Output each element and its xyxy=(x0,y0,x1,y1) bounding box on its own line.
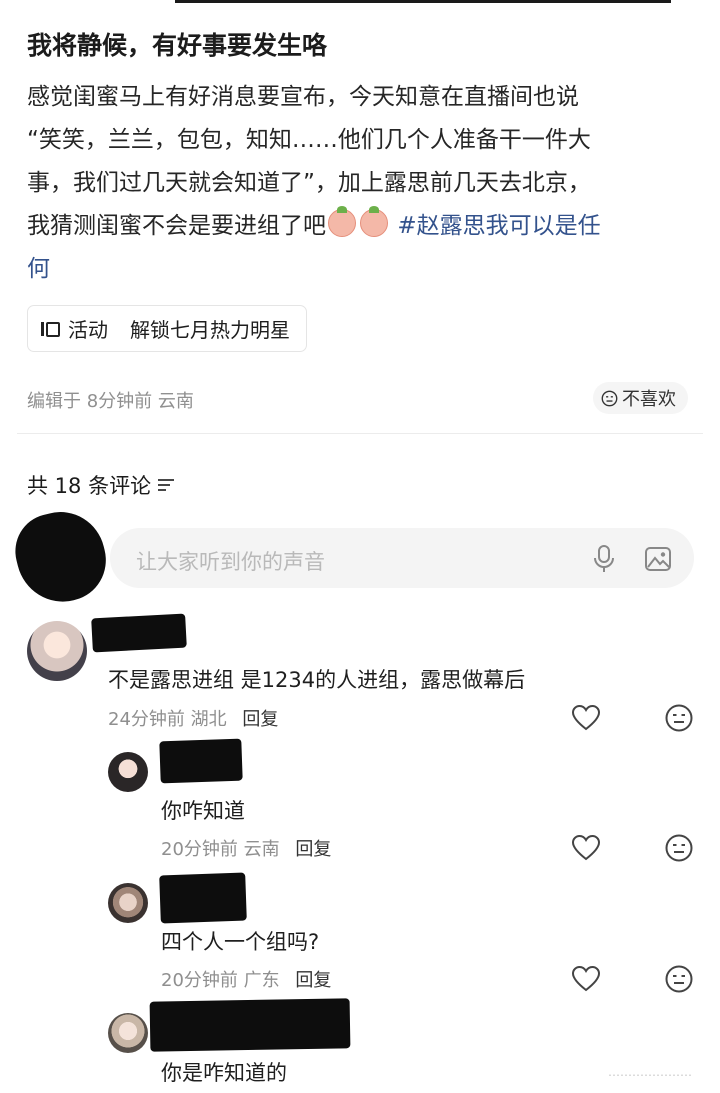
username-redacted xyxy=(149,998,351,1052)
post-title: 我将静候，有好事要发生咯 xyxy=(27,31,328,60)
watermark: ⋯⋯⋯⋯⋯⋯⋯ xyxy=(608,1068,692,1082)
post-body-line: 感觉闺蜜马上有好消息要宣布，今天知意在直播间也说 xyxy=(27,84,579,110)
reply-time: 20分钟前 xyxy=(161,970,238,991)
dislike-button[interactable]: 不喜欢 xyxy=(593,382,688,414)
neutral-face-icon[interactable] xyxy=(665,965,693,993)
reply-time: 20分钟前 xyxy=(161,839,238,860)
dislike-label: 不喜欢 xyxy=(622,389,676,410)
neutral-face-icon xyxy=(601,390,618,406)
activity-text: 解锁七月热力明星 xyxy=(130,318,290,342)
reply-text: 四个人一个组吗? xyxy=(161,930,320,954)
heart-icon[interactable] xyxy=(571,965,601,992)
sort-icon xyxy=(158,479,175,491)
reply-button[interactable]: 回复 xyxy=(295,839,331,860)
username-redacted xyxy=(159,738,243,784)
hashtag-link-continued[interactable]: 何 xyxy=(27,256,50,282)
comment-count-label: 共 18 条评论 xyxy=(27,474,152,498)
reply-button[interactable]: 回复 xyxy=(242,709,278,730)
top-divider-bar xyxy=(175,0,671,3)
activity-label: 活动 xyxy=(68,318,108,342)
post-body-line: 我猜测闺蜜不会是要进组了吧 #赵露思我可以是任 xyxy=(27,205,697,248)
post-body: 感觉闺蜜马上有好消息要宣布，今天知意在直播间也说 “笑笑，兰兰，包包，知知……他… xyxy=(27,76,697,291)
hashtag-link[interactable]: #赵露思我可以是任 xyxy=(397,213,600,239)
my-avatar-redacted xyxy=(7,502,115,612)
microphone-icon[interactable] xyxy=(592,544,616,574)
heart-icon[interactable] xyxy=(571,834,601,861)
commenter-avatar[interactable] xyxy=(27,621,87,681)
username-redacted xyxy=(159,872,247,924)
reply-text: 你是咋知道的 xyxy=(161,1061,287,1085)
reply-button[interactable]: 回复 xyxy=(295,970,331,991)
comment-meta: 24分钟前 湖北 回复 xyxy=(108,705,278,731)
comment-input-placeholder: 让大家听到你的声音 xyxy=(136,550,325,574)
comment-time: 24分钟前 xyxy=(108,709,185,730)
comment-text: 不是露思进组 是1234的人进组，露思做幕后 xyxy=(108,668,526,692)
reply-avatar[interactable] xyxy=(108,883,148,923)
comment-location: 湖北 xyxy=(190,709,227,730)
reply-location: 广东 xyxy=(243,970,280,991)
section-divider xyxy=(17,433,703,434)
username-redacted xyxy=(91,613,187,653)
peach-emoji-icon xyxy=(328,206,356,237)
heart-icon[interactable] xyxy=(571,704,601,731)
post-body-line: 事，我们过几天就会知道了”，加上露思前几天去北京， xyxy=(27,170,591,196)
activity-chip[interactable]: 活动 解锁七月热力明星 xyxy=(27,305,307,352)
neutral-face-icon[interactable] xyxy=(665,834,693,862)
post-body-line: 何 xyxy=(27,248,697,291)
reply-text: 你咋知道 xyxy=(161,799,245,823)
activity-icon xyxy=(40,320,60,338)
reply-location: 云南 xyxy=(243,839,280,860)
post-body-line: “笑笑，兰兰，包包，知知……他们几个人准备干一件大 xyxy=(27,127,591,153)
reply-meta: 20分钟前 广东 回复 xyxy=(161,966,331,992)
post-body-line-text: 我猜测闺蜜不会是要进组了吧 xyxy=(27,213,326,239)
reply-avatar[interactable] xyxy=(108,752,148,792)
image-icon[interactable] xyxy=(644,545,672,573)
post-meta: 编辑于 8分钟前 云南 xyxy=(27,391,194,412)
reply-meta: 20分钟前 云南 回复 xyxy=(161,835,331,861)
reply-avatar[interactable] xyxy=(108,1013,148,1053)
peach-emoji-icon xyxy=(360,206,388,237)
neutral-face-icon[interactable] xyxy=(665,704,693,732)
comment-count[interactable]: 共 18 条评论 xyxy=(27,470,175,500)
